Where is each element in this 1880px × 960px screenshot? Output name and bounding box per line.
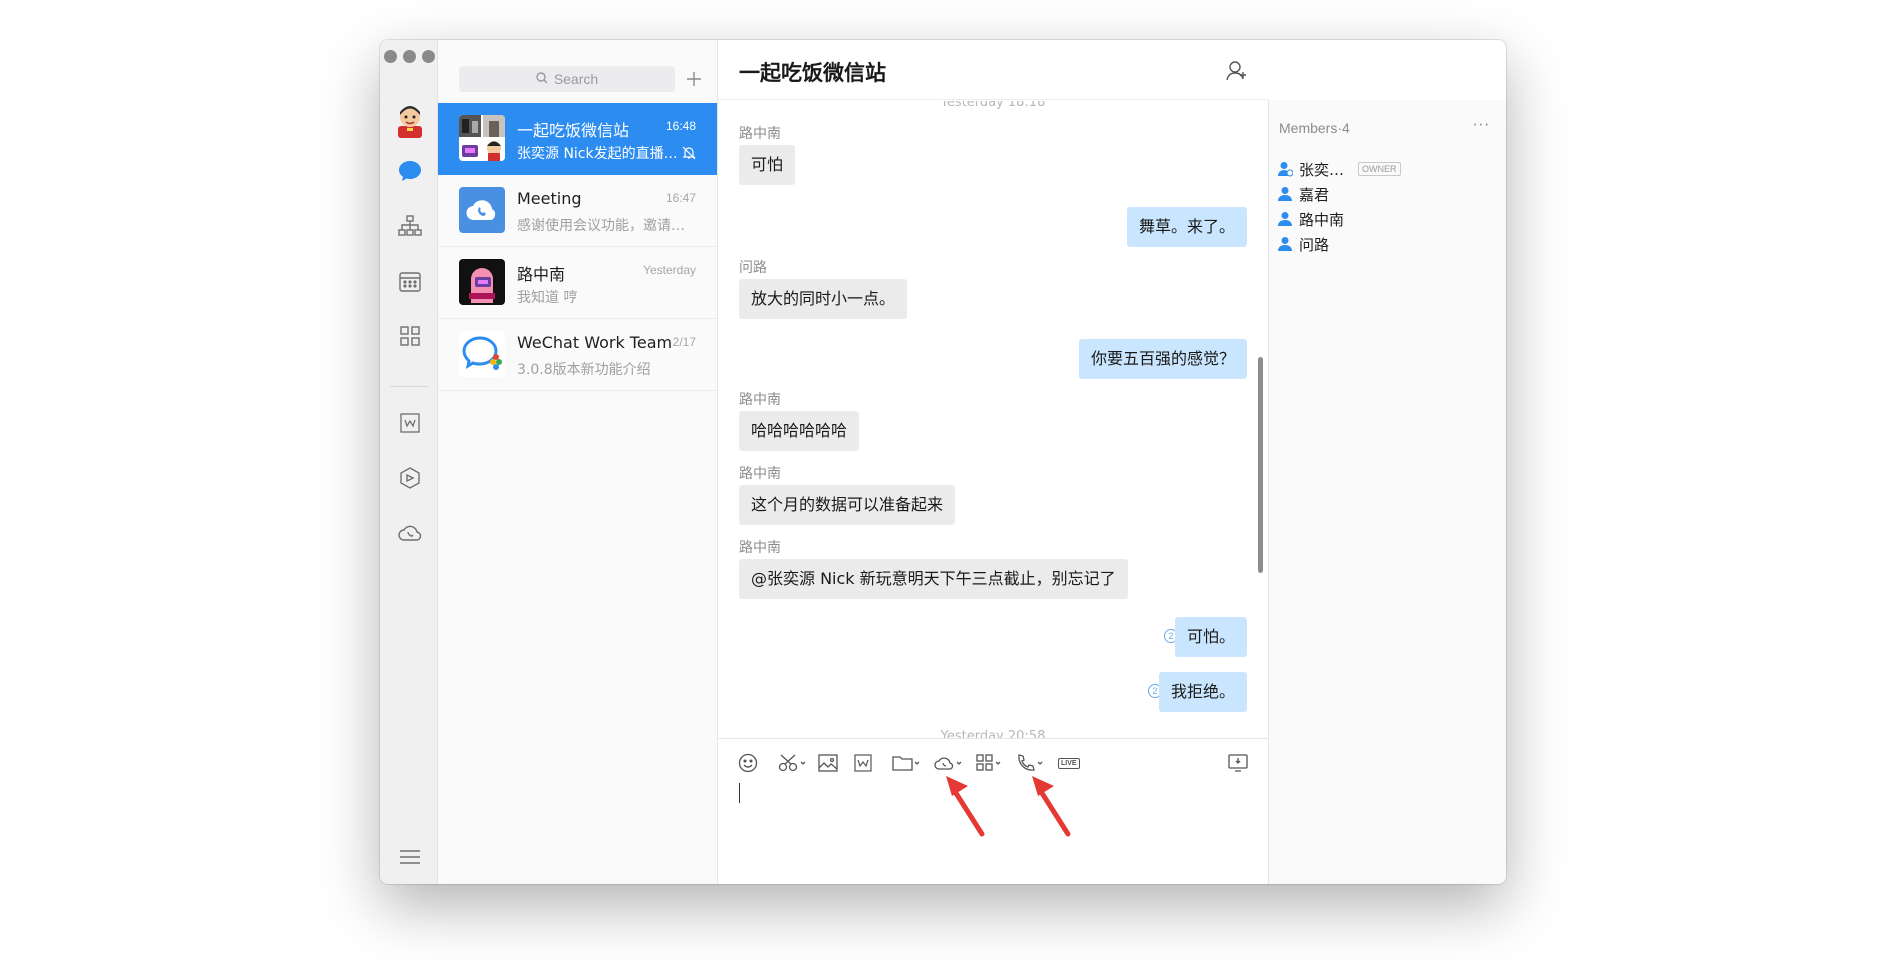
owner-tag: OWNER [1358,162,1401,176]
message-bubble[interactable]: 这个月的数据可以准备起来 [739,485,956,525]
member-item[interactable]: 路中南 [1277,208,1344,230]
minimize-window-button[interactable] [403,50,416,63]
conversation-item[interactable]: 路中南 Yesterday 我知道 哼 [438,247,717,319]
apps-icon[interactable] [397,323,423,349]
member-icon [1278,212,1292,226]
conversation-time: 16:47 [665,191,696,205]
chat-icon[interactable] [397,158,423,184]
date-separator: Yesterday 20:58 [940,729,1046,738]
member-item[interactable]: 问路 [1277,233,1329,255]
calendar-icon[interactable] [397,268,423,294]
plus-icon [687,72,701,86]
annotation-arrow-icon [1032,776,1071,837]
emoji-button[interactable] [738,751,758,775]
conversation-name: 一起吃饭微信站 [517,121,630,140]
contact-avatar [459,259,505,305]
message-sender: 路中南 [739,466,781,482]
app-window: Search 一起吃饭微信站 16:48 张奕源 Nick发起的直播已结束 Me… [380,40,1506,884]
message-bubble[interactable]: 我拒绝。 [1158,672,1247,712]
member-name: 问路 [1299,235,1330,254]
image-button[interactable] [818,751,838,775]
conversation-preview: 感谢使用会议功能，邀请参与者 [517,218,687,234]
conversation-item[interactable]: WeChat Work Team 2/17 3.0.8版本新功能介绍 [438,319,717,391]
message-bubble[interactable]: 哈哈哈哈哈哈 [739,411,860,451]
chat-title: 一起吃饭微信站 [739,61,886,85]
menu-icon[interactable] [397,844,423,870]
phone-icon[interactable] [397,520,423,546]
screenshot-icon [778,754,806,772]
conversation-preview: 张奕源 Nick发起的直播已结束 [517,146,687,162]
folder-icon [892,756,920,771]
member-item[interactable]: 张奕… OWNER [1277,158,1401,180]
conversation-preview: 我知道 哼 [517,290,578,306]
new-chat-button[interactable] [683,68,705,90]
conversation-item[interactable]: 一起吃饭微信站 16:48 张奕源 Nick发起的直播已结束 [438,103,717,175]
wechat-work-avatar [459,331,505,377]
conversation-preview: 3.0.8版本新功能介绍 [517,362,651,378]
message-bubble[interactable]: 可怕 [739,145,796,185]
screen-share-icon [1228,754,1248,772]
date-separator: Yesterday 18:18 [940,101,1046,110]
rail-divider [390,386,428,387]
meeting-avatar [459,187,505,233]
group-avatar [459,115,505,161]
members-panel: Members·4 ··· 张奕… OWNER 嘉君 路中南 问路 [1268,100,1506,884]
screen-share-button[interactable] [1228,751,1248,775]
close-window-button[interactable] [384,50,397,63]
member-item[interactable]: 嘉君 [1277,183,1329,205]
owner-icon [1278,162,1293,177]
app-rail [380,40,438,884]
message-sender: 路中南 [739,126,781,142]
search-icon [536,71,548,87]
message-sender: 路中南 [739,392,781,408]
user-avatar[interactable] [394,104,426,138]
conversation-time: 16:48 [665,119,696,133]
member-name: 路中南 [1299,210,1345,229]
conversation-time: 2/17 [672,335,696,349]
conversation-name: 路中南 [517,265,566,284]
screenshot-button[interactable] [778,751,808,775]
emoji-icon [738,753,758,773]
message-sender: 问路 [739,260,767,276]
message-sender: 路中南 [739,540,781,556]
zoom-window-button[interactable] [422,50,435,63]
message-bubble[interactable]: 放大的同时小一点。 [739,279,908,319]
conversation-time: Yesterday [643,263,696,277]
live-icon: LIVE [1058,757,1080,769]
member-icon [1278,237,1292,251]
annotation-arrow-icon [946,776,985,837]
doc-icon [854,754,872,772]
folder-button[interactable] [892,751,922,775]
message-list[interactable]: Yesterday 18:18 路中南 可怕 2 舞草。来了。 问路 放大的同时… [718,101,1268,738]
add-member-icon[interactable] [1226,60,1248,86]
chat-panel: 一起吃饭微信站 Yesterday 18:18 路中南 可怕 2 舞草。来了。 … [718,40,1268,884]
chat-header: 一起吃饭微信站 [718,40,1268,100]
members-title: Members·4 [1279,120,1350,136]
conversation-item[interactable]: Meeting 16:47 感谢使用会议功能，邀请参与者 [438,175,717,247]
conversation-panel: Search 一起吃饭微信站 16:48 张奕源 Nick发起的直播已结束 Me… [438,40,718,884]
conversation-name: WeChat Work Team [517,333,673,352]
member-name: 嘉君 [1299,185,1330,204]
doc-button[interactable] [854,751,872,775]
message-bubble[interactable]: 你要五百强的感觉？ [1078,339,1247,379]
search-placeholder: Search [553,71,599,87]
conversation-list: 一起吃饭微信站 16:48 张奕源 Nick发起的直播已结束 Meeting 1… [438,103,717,391]
drive-icon[interactable] [397,465,423,491]
search-row: Search [459,66,705,92]
doc-icon[interactable] [397,410,423,436]
members-more-button[interactable]: ··· [1473,116,1490,134]
message-bubble[interactable]: 舞草。来了。 [1126,207,1247,247]
org-icon[interactable] [397,213,423,239]
member-icon [1278,187,1292,201]
message-bubble[interactable]: 可怕。 [1174,617,1247,657]
mute-icon [682,145,696,164]
member-name: 张奕… [1299,160,1345,179]
message-scrollbar[interactable] [1258,357,1263,573]
window-controls [384,50,435,63]
message-bubble[interactable]: @张奕源 Nick 新玩意明天下午三点截止，别忘记了 [739,559,1128,599]
conversation-name: Meeting [517,189,582,208]
search-input[interactable]: Search [459,66,675,92]
image-icon [818,754,838,772]
